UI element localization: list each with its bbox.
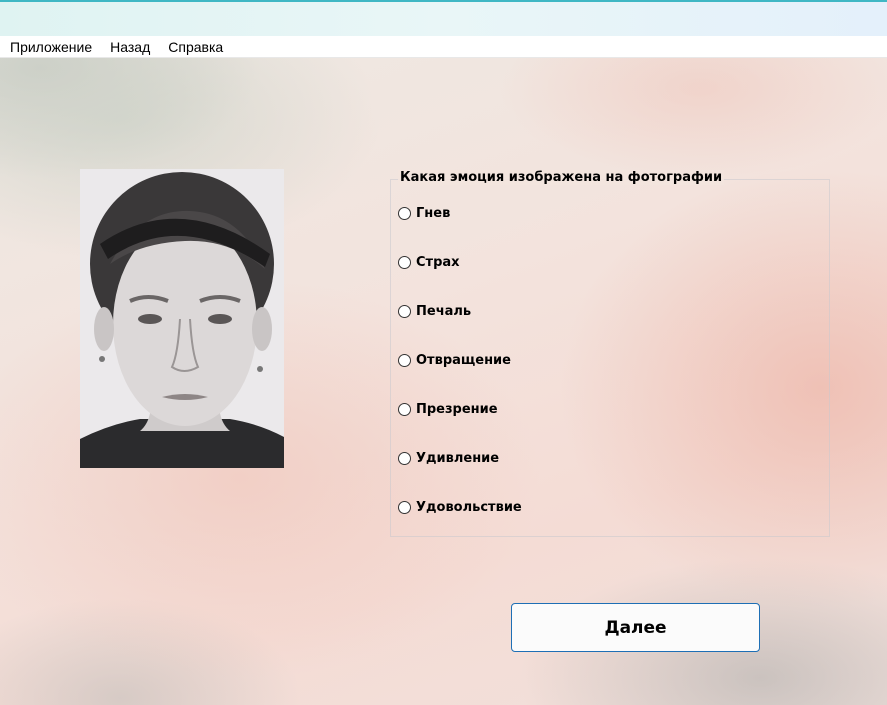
- radio-button[interactable]: [398, 255, 411, 269]
- option-anger[interactable]: Гнев: [398, 203, 450, 223]
- option-label: Гнев: [416, 205, 451, 221]
- menu-item-help[interactable]: Справка: [159, 36, 232, 58]
- option-label: Отвращение: [416, 352, 511, 368]
- main-panel: Какая эмоция изображена на фотографии Гн…: [0, 58, 887, 705]
- radio-button[interactable]: [398, 402, 411, 416]
- option-surprise[interactable]: Удивление: [398, 448, 499, 468]
- option-label: Страх: [416, 254, 460, 270]
- radio-button[interactable]: [398, 206, 411, 220]
- option-contempt[interactable]: Презрение: [398, 399, 498, 419]
- option-label: Печаль: [416, 303, 472, 319]
- radio-button[interactable]: [398, 451, 411, 465]
- option-fear[interactable]: Страх: [398, 252, 460, 272]
- option-label: Удивление: [416, 450, 500, 466]
- radio-button[interactable]: [398, 500, 411, 514]
- option-label: Презрение: [416, 401, 498, 417]
- menu-item-application[interactable]: Приложение: [0, 36, 101, 58]
- menu-item-back[interactable]: Назад: [101, 36, 159, 58]
- next-button[interactable]: Далее: [511, 603, 760, 652]
- question-label: Какая эмоция изображена на фотографии: [398, 170, 725, 185]
- option-disgust[interactable]: Отвращение: [398, 350, 511, 370]
- option-sadness[interactable]: Печаль: [398, 301, 471, 321]
- option-label: Удовольствие: [416, 499, 522, 515]
- radio-button[interactable]: [398, 353, 411, 367]
- radio-button[interactable]: [398, 304, 411, 318]
- menu-bar: Приложение Назад Справка: [0, 36, 887, 58]
- option-happiness[interactable]: Удовольствие: [398, 497, 522, 517]
- window-title-bar[interactable]: [0, 0, 887, 36]
- face-photo: [80, 169, 284, 468]
